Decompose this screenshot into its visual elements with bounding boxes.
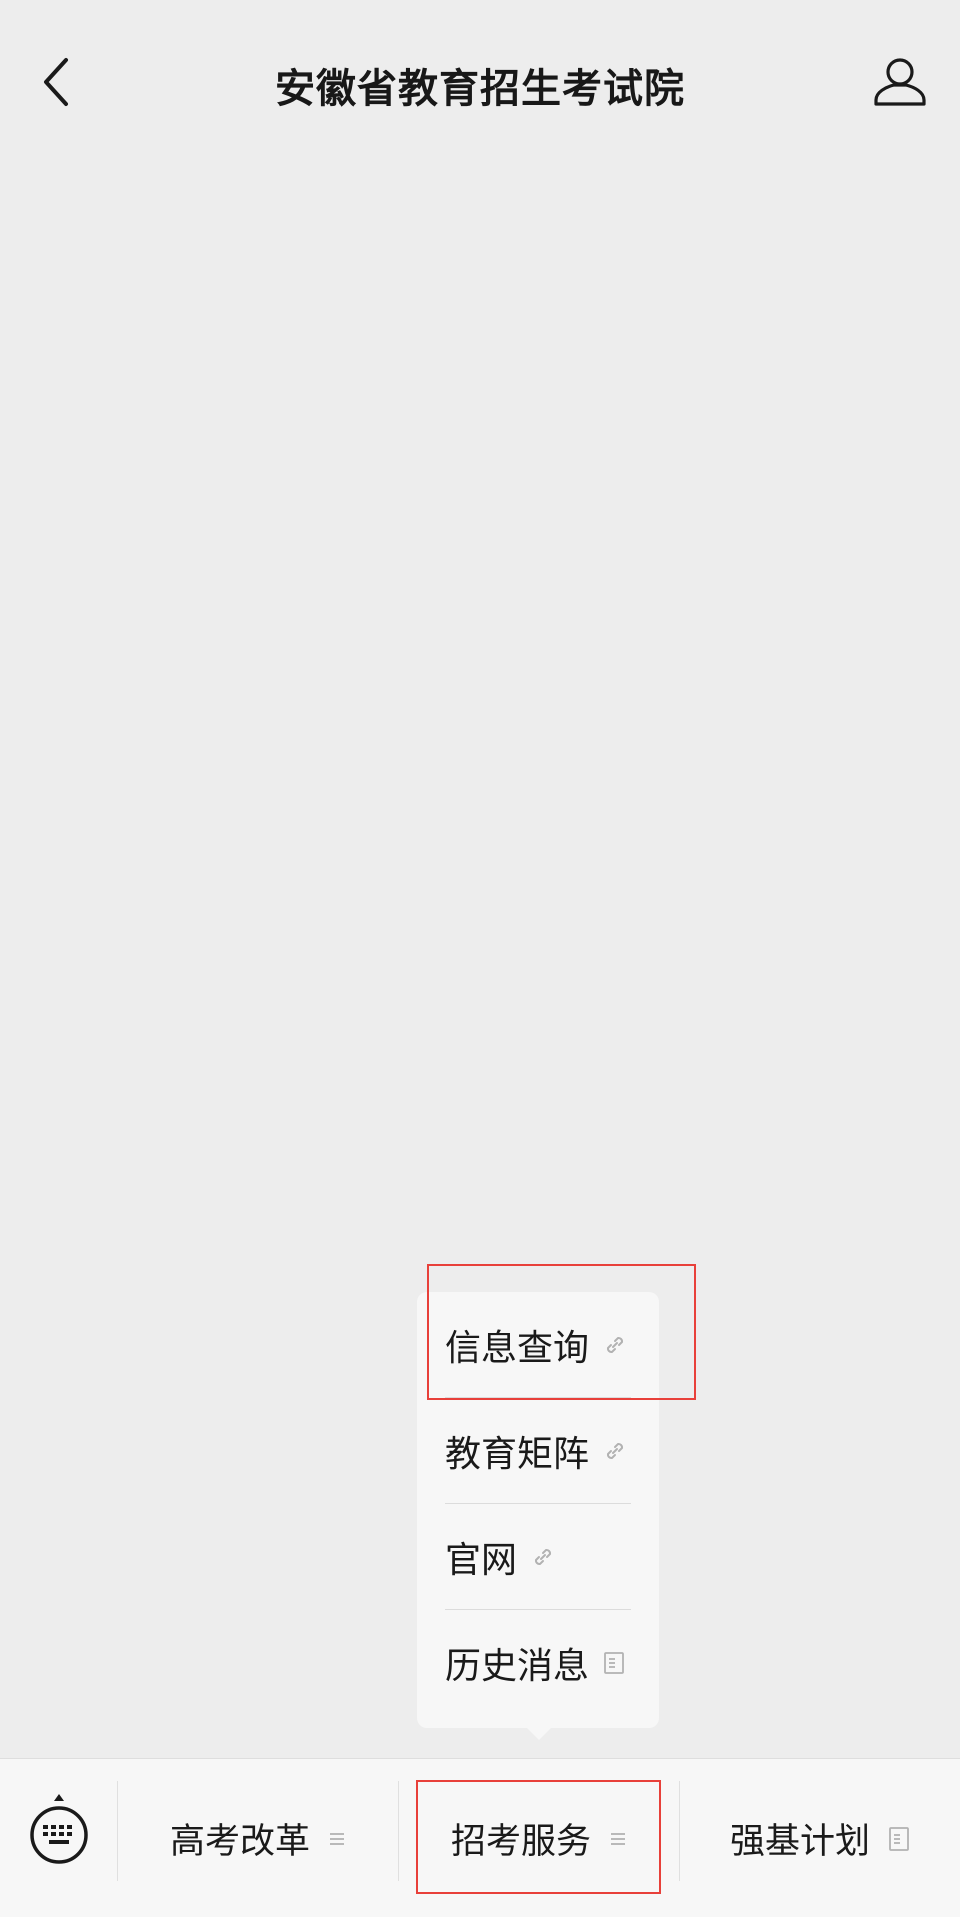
header: 安徽省教育招生考试院 [0, 0, 960, 168]
link-icon [531, 1545, 555, 1569]
menu-icon [328, 1830, 346, 1848]
submenu-item-official-site[interactable]: 官网 [445, 1504, 631, 1609]
submenu-item-label: 官网 [445, 1539, 518, 1581]
tab-strong-foundation-plan[interactable]: 强基计划 [680, 1759, 960, 1917]
document-icon [888, 1826, 910, 1852]
submenu-item-history-messages[interactable]: 历史消息 [445, 1610, 631, 1715]
document-icon [603, 1651, 625, 1675]
tab-gaokao-reform[interactable]: 高考改革 [118, 1759, 398, 1917]
keyboard-toggle-button[interactable] [20, 1789, 98, 1875]
keyboard-icon [27, 1792, 91, 1872]
person-icon [872, 54, 928, 114]
tab-label: 强基计划 [729, 1822, 870, 1862]
tab-label: 高考改革 [169, 1822, 310, 1862]
submenu-item-label: 历史消息 [445, 1645, 590, 1687]
chat-page: 安徽省教育招生考试院 信息查询 教育矩阵 官网 历史消息 高考改革 招考服务 强… [0, 0, 960, 1917]
highlight-box [416, 1780, 661, 1894]
page-title: 安徽省教育招生考试院 [275, 66, 685, 112]
submenu-item-label: 教育矩阵 [445, 1433, 590, 1475]
profile-button[interactable] [860, 44, 940, 124]
submenu-item-education-matrix[interactable]: 教育矩阵 [445, 1398, 631, 1503]
submenu-pointer [525, 1726, 553, 1740]
link-icon [603, 1439, 627, 1463]
highlight-box [427, 1264, 696, 1400]
